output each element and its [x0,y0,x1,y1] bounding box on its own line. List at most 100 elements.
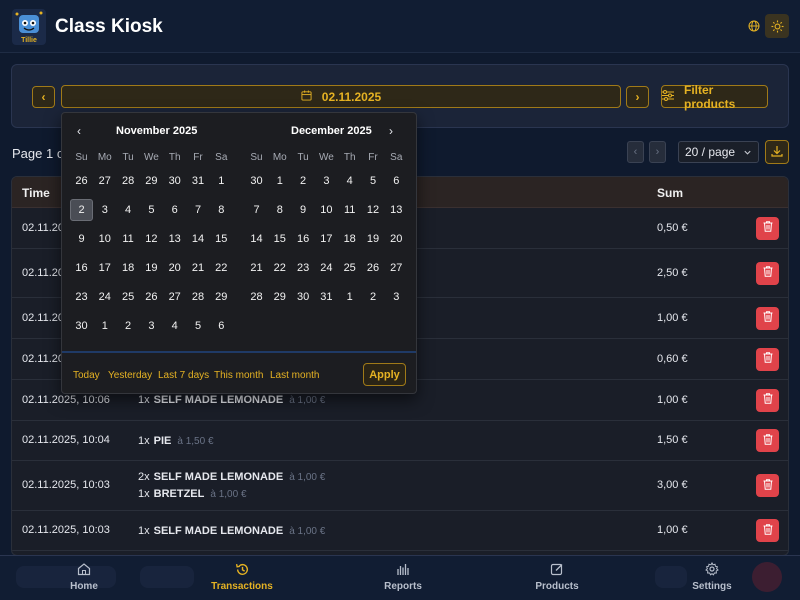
calendar-day[interactable]: 29 [268,286,291,308]
calendar-day[interactable]: 2 [362,286,385,308]
page-prev-button[interactable]: ‹ [627,141,644,163]
calendar-day[interactable]: 30 [245,170,268,192]
filter-products-button[interactable]: Filter products [661,83,768,111]
calendar-day[interactable]: 29 [140,170,163,192]
delete-transaction-button[interactable] [756,216,779,240]
calendar-day[interactable]: 11 [117,228,140,250]
calendar-day[interactable]: 5 [362,170,385,192]
calendar-day[interactable]: 1 [93,315,116,337]
calendar-day[interactable]: 27 [385,257,408,279]
calendar-day[interactable]: 16 [292,228,315,250]
date-picker-field[interactable]: 02.11.2025 [61,85,621,108]
calendar-day[interactable]: 1 [210,170,233,192]
calendar-day[interactable]: 15 [268,228,291,250]
calendar-day[interactable]: 20 [163,257,186,279]
preset-today[interactable]: Today [73,370,100,381]
calendar-day[interactable]: 18 [117,257,140,279]
delete-transaction-button[interactable] [756,347,779,371]
calendar-day[interactable]: 24 [315,257,338,279]
delete-transaction-button[interactable] [756,474,779,497]
calendar-day[interactable]: 3 [315,170,338,192]
calendar-day[interactable]: 20 [385,228,408,250]
calendar-day[interactable]: 13 [163,228,186,250]
calendar-day[interactable]: 1 [268,170,291,192]
calendar-day[interactable]: 30 [70,315,93,337]
calendar-day[interactable]: 9 [70,228,93,250]
calendar-day[interactable]: 14 [187,228,210,250]
calendar-day[interactable]: 10 [315,199,338,221]
calendar-day[interactable]: 15 [210,228,233,250]
calendar-day[interactable]: 26 [70,170,93,192]
calendar-day[interactable]: 5 [140,199,163,221]
calendar-day[interactable]: 27 [163,286,186,308]
nav-transactions[interactable]: Transactions [202,562,282,592]
calendar-day[interactable]: 6 [385,170,408,192]
calendar-day[interactable]: 9 [292,199,315,221]
picker-next-month-button[interactable]: › [384,124,398,138]
calendar-day[interactable]: 30 [292,286,315,308]
calendar-day[interactable]: 17 [315,228,338,250]
calendar-day[interactable]: 21 [245,257,268,279]
calendar-day[interactable]: 3 [140,315,163,337]
preset-last-7-days[interactable]: Last 7 days [158,370,209,381]
calendar-day[interactable]: 10 [93,228,116,250]
nav-products[interactable]: Products [517,562,597,592]
preset-yesterday[interactable]: Yesterday [108,370,152,381]
calendar-day[interactable]: 2 [117,315,140,337]
calendar-day[interactable]: 31 [315,286,338,308]
calendar-day[interactable]: 25 [117,286,140,308]
calendar-day[interactable]: 7 [187,199,210,221]
next-day-button[interactable]: › [626,86,649,108]
language-globe-icon[interactable] [742,14,766,38]
page-size-select[interactable]: 20 / page [678,141,759,163]
calendar-day[interactable]: 19 [362,228,385,250]
calendar-day[interactable]: 26 [140,286,163,308]
download-button[interactable] [765,140,789,164]
delete-transaction-button[interactable] [756,519,779,542]
calendar-day[interactable]: 23 [70,286,93,308]
calendar-day[interactable]: 22 [268,257,291,279]
calendar-day[interactable]: 31 [187,170,210,192]
calendar-day[interactable]: 27 [93,170,116,192]
calendar-day[interactable]: 29 [210,286,233,308]
calendar-day[interactable]: 2 [70,199,93,221]
calendar-day[interactable]: 16 [70,257,93,279]
calendar-day[interactable]: 7 [245,199,268,221]
calendar-day[interactable]: 11 [338,199,361,221]
preset-last-month[interactable]: Last month [270,370,319,381]
calendar-day[interactable]: 5 [187,315,210,337]
calendar-day[interactable]: 23 [292,257,315,279]
calendar-day[interactable]: 21 [187,257,210,279]
calendar-day[interactable]: 25 [338,257,361,279]
theme-toggle-sun-icon[interactable] [765,14,789,38]
calendar-day[interactable]: 4 [117,199,140,221]
nav-home[interactable]: Home [44,562,124,592]
apply-button[interactable]: Apply [363,363,406,386]
calendar-day[interactable]: 4 [338,170,361,192]
calendar-day[interactable]: 3 [385,286,408,308]
calendar-day[interactable]: 13 [385,199,408,221]
picker-prev-month-button[interactable]: ‹ [72,124,86,138]
delete-transaction-button[interactable] [756,429,779,452]
calendar-day[interactable]: 28 [117,170,140,192]
previous-day-button[interactable]: ‹ [32,86,55,108]
calendar-day[interactable]: 22 [210,257,233,279]
calendar-day[interactable]: 2 [292,170,315,192]
calendar-day[interactable]: 6 [163,199,186,221]
delete-transaction-button[interactable] [756,388,779,412]
calendar-day[interactable]: 8 [268,199,291,221]
calendar-day[interactable]: 4 [163,315,186,337]
calendar-day[interactable]: 18 [338,228,361,250]
calendar-day[interactable]: 19 [140,257,163,279]
delete-transaction-button[interactable] [756,306,779,330]
calendar-day[interactable]: 3 [93,199,116,221]
calendar-day[interactable]: 12 [362,199,385,221]
calendar-day[interactable]: 26 [362,257,385,279]
calendar-day[interactable]: 14 [245,228,268,250]
calendar-day[interactable]: 24 [93,286,116,308]
calendar-day[interactable]: 6 [210,315,233,337]
calendar-day[interactable]: 28 [187,286,210,308]
calendar-day[interactable]: 1 [338,286,361,308]
calendar-day[interactable]: 12 [140,228,163,250]
nav-settings[interactable]: Settings [672,562,752,592]
